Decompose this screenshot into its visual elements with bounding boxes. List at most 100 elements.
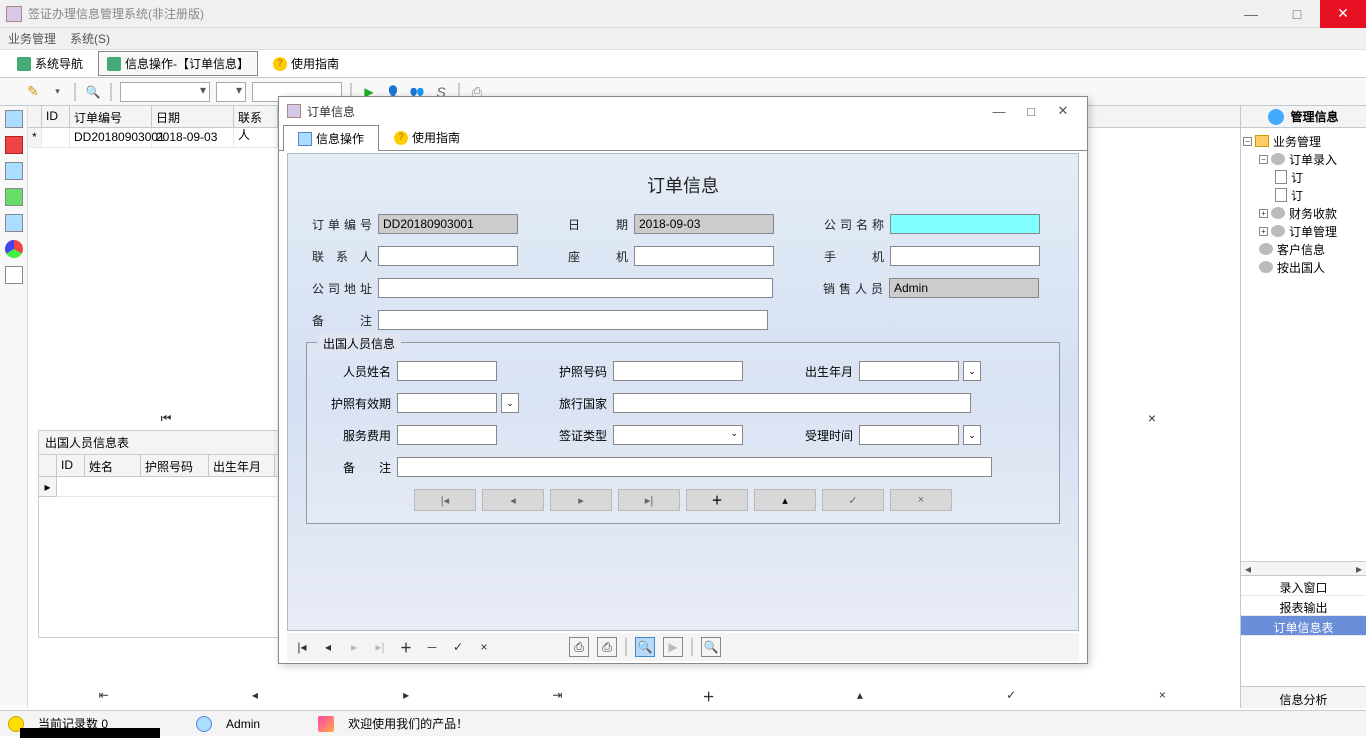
- dialog-close[interactable]: ✕: [1047, 103, 1079, 119]
- fs-nav-add[interactable]: ＋: [686, 489, 748, 511]
- status-user: Admin: [226, 717, 260, 731]
- bn-add[interactable]: ＋: [633, 688, 784, 708]
- tree-finance[interactable]: + 财务收款: [1243, 204, 1364, 222]
- input-contact[interactable]: [378, 246, 518, 266]
- section-order-table[interactable]: 订单信息表: [1241, 616, 1366, 636]
- fs-input-remark[interactable]: [397, 457, 992, 477]
- tab-guide[interactable]: ? 使用指南: [264, 51, 348, 76]
- maximize-button[interactable]: □: [1274, 0, 1320, 28]
- grid-header-contact[interactable]: 联系人: [234, 106, 278, 127]
- grid-cell-orderno: DD20180903001: [70, 128, 152, 148]
- menu-business[interactable]: 业务管理: [8, 30, 56, 47]
- strip-icon-7[interactable]: [5, 266, 23, 284]
- fs-nav-last[interactable]: ▸|: [618, 489, 680, 511]
- sub-header-passport[interactable]: 护照号码: [141, 455, 209, 477]
- sub-header-id[interactable]: ID: [57, 455, 85, 477]
- close-button[interactable]: ✕: [1320, 0, 1366, 28]
- strip-icon-3[interactable]: [5, 162, 23, 180]
- grid-header-date[interactable]: 日期: [152, 106, 234, 127]
- fs-nav-ok[interactable]: ✓: [822, 489, 884, 511]
- mb-search2[interactable]: 🔍: [701, 637, 721, 657]
- menu-system[interactable]: 系统(S): [70, 30, 110, 47]
- fs-input-passport[interactable]: [613, 361, 743, 381]
- right-footer[interactable]: 信息分析: [1241, 686, 1366, 708]
- fs-input-birth[interactable]: ⌄: [859, 361, 981, 381]
- bn-check[interactable]: ✓: [936, 688, 1087, 708]
- grid-header-orderno[interactable]: 订单编号: [70, 106, 152, 127]
- tree-root[interactable]: − 业务管理: [1243, 132, 1364, 150]
- bn-up[interactable]: ▴: [784, 688, 935, 708]
- strip-icon-4[interactable]: [5, 188, 23, 206]
- filter-combo-1[interactable]: [120, 82, 210, 102]
- dialog-tab-operation[interactable]: 信息操作: [283, 125, 379, 151]
- right-scroll[interactable]: ◂▸: [1241, 561, 1366, 575]
- tab-system-nav[interactable]: 系统导航: [8, 51, 92, 76]
- tree-order-1[interactable]: 订: [1243, 168, 1364, 186]
- tree-customer[interactable]: 客户信息: [1243, 240, 1364, 258]
- mb-minus[interactable]: －: [423, 638, 441, 656]
- minimize-button[interactable]: —: [1228, 0, 1274, 28]
- pencil-icon[interactable]: [24, 83, 42, 101]
- dialog-minimize[interactable]: —: [983, 104, 1015, 119]
- section-entry[interactable]: 录入窗口: [1241, 576, 1366, 596]
- grid-nav-close[interactable]: ×: [1124, 410, 1180, 426]
- strip-icon-2[interactable]: [5, 136, 23, 154]
- fs-input-passexp[interactable]: ⌄: [397, 393, 519, 413]
- grid-header-id[interactable]: ID: [42, 106, 70, 127]
- fs-input-fee[interactable]: [397, 425, 497, 445]
- user-icon: [196, 716, 212, 732]
- input-remark[interactable]: [378, 310, 768, 330]
- input-tel[interactable]: [634, 246, 774, 266]
- search-icon[interactable]: [84, 83, 102, 101]
- fs-input-name[interactable]: [397, 361, 497, 381]
- fs-nav-prev[interactable]: ◂: [482, 489, 544, 511]
- strip-icon-1[interactable]: [5, 110, 23, 128]
- input-addr[interactable]: [378, 278, 773, 298]
- fs-nav-cancel[interactable]: ×: [890, 489, 952, 511]
- mb-first[interactable]: |◂: [293, 638, 311, 656]
- filter-combo-2[interactable]: [216, 82, 246, 102]
- fs-nav-first[interactable]: |◂: [414, 489, 476, 511]
- tree-by-person[interactable]: 按出国人: [1243, 258, 1364, 276]
- strip-icon-6[interactable]: [5, 240, 23, 258]
- bn-cancel[interactable]: ×: [1087, 688, 1238, 708]
- mb-last[interactable]: ▸|: [371, 638, 389, 656]
- mb-next[interactable]: ▸: [345, 638, 363, 656]
- input-mobile[interactable]: [890, 246, 1040, 266]
- strip-icon-5[interactable]: [5, 214, 23, 232]
- sub-header-birth[interactable]: 出生年月: [209, 455, 275, 477]
- section-report[interactable]: 报表输出: [1241, 596, 1366, 616]
- mb-prev[interactable]: ◂: [319, 638, 337, 656]
- tree-order-2[interactable]: 订: [1243, 186, 1364, 204]
- tab-info-operation[interactable]: 信息操作-【订单信息】: [98, 51, 258, 76]
- mb-print1[interactable]: ⎙: [569, 637, 589, 657]
- bn-prev[interactable]: ◂: [179, 688, 330, 708]
- mb-search[interactable]: 🔍: [635, 637, 655, 657]
- bn-last[interactable]: ⇥: [482, 688, 633, 708]
- tree-order-entry[interactable]: − 订单录入: [1243, 150, 1364, 168]
- mb-add[interactable]: ＋: [397, 638, 415, 656]
- bn-first[interactable]: ⇤: [28, 688, 179, 708]
- input-date[interactable]: [634, 214, 774, 234]
- sub-panel: 出国人员信息表 ID 姓名 护照号码 出生年月 扌 ▸: [38, 430, 298, 638]
- tree-order-mgmt[interactable]: + 订单管理: [1243, 222, 1364, 240]
- mb-ok[interactable]: ✓: [449, 638, 467, 656]
- fs-nav-next[interactable]: ▸: [550, 489, 612, 511]
- input-orderno[interactable]: [378, 214, 518, 234]
- pencil-dropdown[interactable]: [48, 83, 66, 101]
- fs-nav-up[interactable]: ▴: [754, 489, 816, 511]
- input-company[interactable]: [890, 214, 1040, 234]
- fs-input-accepttime[interactable]: ⌄: [859, 425, 981, 445]
- mb-print2[interactable]: ⎙: [597, 637, 617, 657]
- bn-next[interactable]: ▸: [331, 688, 482, 708]
- input-sales[interactable]: [889, 278, 1039, 298]
- dialog-maximize[interactable]: □: [1015, 104, 1047, 119]
- fs-input-country[interactable]: [613, 393, 971, 413]
- grid-nav-first[interactable]: ⏮: [138, 411, 194, 426]
- mb-play[interactable]: ▶: [663, 637, 683, 657]
- fs-input-visatype[interactable]: ⌄: [613, 425, 743, 445]
- sub-header-name[interactable]: 姓名: [85, 455, 141, 477]
- sub-grid-row[interactable]: ▸: [39, 477, 297, 497]
- dialog-tab-guide[interactable]: ? 使用指南: [379, 124, 475, 150]
- mb-cancel[interactable]: ×: [475, 638, 493, 656]
